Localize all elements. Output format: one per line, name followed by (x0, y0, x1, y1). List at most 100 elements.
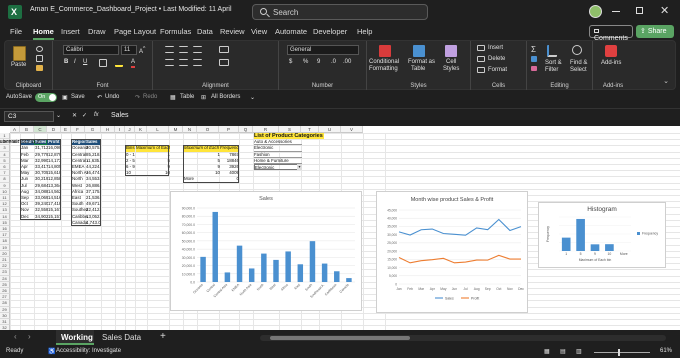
horizontal-scrollbar[interactable] (260, 335, 666, 341)
tab-insert[interactable]: Insert (61, 27, 80, 36)
format-cells-icon[interactable] (477, 67, 485, 73)
align-middle-icon[interactable] (179, 46, 188, 53)
sheet-tab-working[interactable]: Working (56, 330, 94, 345)
conditional-formatting-label1[interactable]: Conditional (369, 59, 399, 66)
cell-styles-label1[interactable]: Cell (446, 59, 456, 66)
column-header-q[interactable]: Q (239, 126, 253, 133)
column-header-b[interactable]: B (20, 126, 34, 133)
addins-label[interactable]: Add-ins (601, 60, 621, 67)
avatar[interactable] (589, 5, 602, 18)
column-header-f[interactable]: F (71, 126, 85, 133)
save-icon[interactable]: ▣ (62, 94, 68, 101)
page-break-view-icon[interactable]: ▥ (576, 348, 582, 355)
currency-icon[interactable]: $ (289, 59, 292, 66)
customize-qat-icon[interactable]: ⌄ (250, 94, 255, 101)
column-header-g[interactable]: G (85, 126, 101, 133)
sales-profit-line-chart[interactable]: Month wise product Sales & Profit 45,000… (376, 191, 528, 313)
zoom-slider[interactable] (594, 349, 650, 356)
merge-center-icon[interactable] (219, 59, 229, 66)
column-header-u[interactable]: U (319, 126, 341, 133)
insert-cells-label[interactable]: Insert (488, 45, 503, 52)
zoom-slider-thumb[interactable] (618, 349, 620, 356)
add-sheet-icon[interactable]: + (160, 331, 166, 342)
decrease-decimal-icon[interactable]: .00 (343, 59, 351, 66)
format-as-table-label1[interactable]: Format as (408, 59, 435, 66)
name-box-dropdown-icon[interactable]: ⌄ (56, 112, 61, 119)
fill-color-icon[interactable] (115, 59, 123, 67)
sort-filter-icon[interactable] (547, 45, 557, 57)
align-right-icon[interactable] (193, 59, 202, 66)
format-painter-icon[interactable] (36, 65, 43, 71)
excel-logo-icon[interactable]: X (8, 5, 22, 19)
font-size-select[interactable]: 11 (121, 45, 137, 55)
format-as-table-icon[interactable] (413, 45, 425, 57)
all-borders-icon[interactable]: ⊞ (201, 94, 206, 101)
column-header-o[interactable]: O (197, 126, 219, 133)
align-top-icon[interactable] (165, 46, 174, 53)
sort-filter-label1[interactable]: Sort & (545, 60, 562, 67)
search-input[interactable]: Search (252, 4, 428, 20)
cell-styles-icon[interactable] (445, 45, 457, 57)
column-header-i[interactable]: I (115, 126, 125, 133)
zoom-level[interactable]: 61% (660, 348, 672, 354)
font-name-select[interactable]: Calibri (63, 45, 119, 55)
font-size-increase-icon[interactable]: A^ (139, 46, 145, 56)
prev-sheet-icon[interactable]: ‹ (14, 332, 17, 341)
tab-draw[interactable]: Draw (88, 27, 106, 36)
align-left-icon[interactable] (165, 59, 174, 66)
column-header-c[interactable]: C (34, 126, 47, 133)
column-header-k[interactable]: K (135, 126, 147, 133)
minimize-button[interactable] (612, 11, 620, 12)
page-layout-view-icon[interactable]: ▤ (560, 348, 566, 355)
accessibility-status[interactable]: Accessibility: Investigate (56, 348, 121, 354)
column-header-m[interactable]: M (169, 126, 183, 133)
tab-view[interactable]: View (251, 27, 267, 36)
delete-cells-icon[interactable] (477, 56, 485, 62)
scrollbar-thumb[interactable] (270, 336, 410, 340)
next-sheet-icon[interactable]: › (28, 332, 31, 341)
column-header-s[interactable]: S (279, 126, 301, 133)
delete-cells-label[interactable]: Delete (488, 56, 505, 63)
fx-icon[interactable]: fx (94, 112, 99, 118)
conditional-formatting-label2[interactable]: Formatting (369, 66, 398, 73)
find-select-label2[interactable]: Select (570, 67, 587, 74)
copy-icon[interactable] (36, 55, 43, 62)
enter-icon[interactable]: ✓ (82, 112, 87, 119)
close-button[interactable]: ✕ (660, 4, 669, 17)
worksheet-grid[interactable]: ABCDEFGHIJKLMNOPQRSTUV 1 2 3 4 5 6 7 8 9 10 11 12 13… (0, 126, 680, 330)
column-header-l[interactable]: L (147, 126, 169, 133)
redo-icon[interactable]: ↷ (135, 94, 140, 101)
normal-view-icon[interactable]: ▦ (544, 348, 550, 355)
clear-icon[interactable] (531, 66, 537, 71)
name-box[interactable]: C3 (4, 111, 54, 122)
tab-data[interactable]: Data (197, 27, 213, 36)
format-as-table-label2[interactable]: Table (411, 66, 425, 73)
column-header-e[interactable]: E (61, 126, 71, 133)
table-label[interactable]: Table (180, 94, 194, 100)
wrap-text-icon[interactable] (219, 46, 229, 53)
collapse-ribbon-icon[interactable]: ⌄ (663, 77, 669, 85)
column-header-a[interactable]: A (10, 126, 20, 133)
cut-icon[interactable] (36, 46, 43, 52)
italic-icon[interactable]: I (74, 59, 76, 66)
column-header-h[interactable]: H (101, 126, 115, 133)
column-header-j[interactable]: J (125, 126, 135, 133)
sheet-tab-sales-data[interactable]: Sales Data (102, 333, 141, 342)
table-icon[interactable]: ▦ (170, 94, 176, 101)
format-cells-label[interactable]: Format (488, 67, 507, 74)
font-color-icon[interactable]: A (131, 59, 136, 68)
tab-developer[interactable]: Developer (313, 27, 347, 36)
underline-icon[interactable]: U (83, 59, 87, 66)
undo-icon[interactable]: ↶ (97, 94, 102, 101)
comments-button[interactable]: Comments (589, 25, 633, 42)
paste-icon[interactable] (13, 46, 26, 61)
formula-input[interactable]: Sales (108, 111, 674, 122)
column-header-n[interactable]: N (183, 126, 197, 133)
bold-icon[interactable]: B (64, 59, 68, 66)
dropdown-arrow-icon[interactable]: ▾ (297, 164, 302, 170)
increase-decimal-icon[interactable]: .0 (331, 59, 336, 66)
share-button[interactable]: ⇪ Share (636, 25, 674, 38)
sort-filter-label2[interactable]: Filter (545, 67, 558, 74)
category-dropdown[interactable]: Electronic (254, 164, 302, 171)
paste-label[interactable]: Paste (11, 62, 26, 69)
